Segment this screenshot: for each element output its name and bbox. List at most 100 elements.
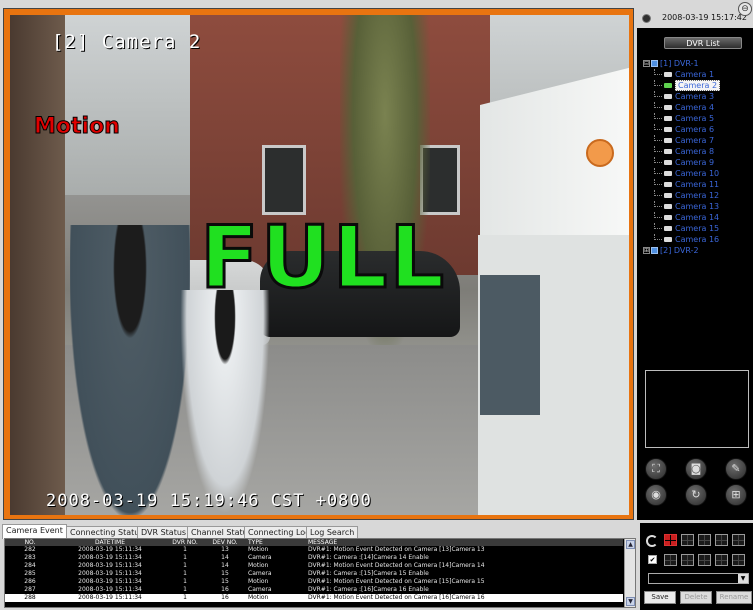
column-header[interactable]: NO. — [5, 539, 55, 546]
tree-camera-item[interactable]: Camera 4 — [643, 102, 751, 113]
table-row[interactable]: 285 2008-03-19 15:11:34 1 15 Camera DVR#1: Ca… — [5, 570, 623, 578]
tree-camera-item[interactable]: Camera 2 — [643, 80, 751, 91]
scene-window — [262, 145, 306, 215]
expand-icon[interactable]: ⊞ — [643, 247, 650, 254]
layout-13-icon[interactable] — [715, 554, 728, 566]
tree-item-label: Camera 13 — [675, 202, 720, 211]
layout-10-icon[interactable] — [698, 554, 711, 566]
tree-connector — [654, 234, 662, 240]
tree-camera-item[interactable]: Camera 7 — [643, 135, 751, 146]
table-cell: Motion — [245, 594, 303, 602]
tree-camera-item[interactable]: Camera 16 — [643, 234, 751, 245]
tab-camera-event[interactable]: Camera Event — [2, 524, 67, 539]
log-scrollbar[interactable]: ▲ ▼ — [624, 539, 635, 607]
column-header[interactable]: DEV NO. — [205, 539, 245, 546]
tree-connector — [654, 80, 662, 86]
table-cell: Camera — [248, 586, 272, 593]
table-row[interactable]: 282 2008-03-19 15:11:34 1 13 Motion DVR#1: Mo… — [5, 546, 623, 554]
table-cell: 287 — [24, 586, 36, 593]
table-row[interactable]: 286 2008-03-19 15:11:34 1 15 Motion DVR#1: Mo… — [5, 578, 623, 586]
layout-8-icon[interactable] — [681, 554, 694, 566]
tree-camera-item[interactable]: Camera 10 — [643, 168, 751, 179]
table-cell: DVR#1: Camera :[15]Camera 15 Enable — [308, 570, 429, 577]
layout-1x1-icon[interactable] — [664, 534, 677, 546]
layout-2x2-icon[interactable] — [681, 534, 694, 546]
layout-4x4-icon[interactable] — [715, 534, 728, 546]
tree-camera-item[interactable]: Camera 8 — [643, 146, 751, 157]
tree-connector — [654, 190, 662, 196]
dvr-list-button[interactable]: DVR List — [664, 37, 742, 49]
collapse-icon[interactable]: ⊟ — [643, 60, 650, 67]
tree-item-label: Camera 2 — [675, 80, 721, 91]
wrench-icon[interactable]: ✎ — [725, 458, 747, 480]
table-cell: Motion — [248, 578, 269, 585]
rotate-icon[interactable] — [646, 535, 658, 547]
layout-icon[interactable]: ⊞ — [725, 484, 747, 506]
layout-6-icon[interactable] — [664, 554, 677, 566]
tree-camera-item[interactable]: Camera 6 — [643, 124, 751, 135]
table-cell: 2008-03-19 15:11:34 — [78, 554, 142, 561]
refresh-icon[interactable]: ↻ — [685, 484, 707, 506]
camera-icon — [664, 171, 672, 176]
camera-icon — [664, 149, 672, 154]
table-cell: 2008-03-19 15:11:34 — [78, 578, 142, 585]
tree-connector — [654, 201, 662, 207]
auto-checkbox[interactable]: ✔ — [648, 555, 657, 564]
table-row[interactable]: 287 2008-03-19 15:11:34 1 16 Camera DVR#1: Ca… — [5, 586, 623, 594]
table-cell: 13 — [221, 546, 229, 553]
dvr-icon — [651, 247, 658, 254]
table-cell: DVR#1: Motion Event Detected on Camera [… — [303, 594, 623, 602]
column-header[interactable]: DATETIME — [55, 539, 165, 546]
scroll-up-icon[interactable]: ▲ — [626, 540, 635, 549]
chevron-down-icon[interactable]: ▼ — [738, 574, 748, 583]
layout-select[interactable]: ▼ — [648, 573, 749, 584]
tree-connector — [654, 102, 662, 108]
tree-camera-item[interactable]: Camera 14 — [643, 212, 751, 223]
table-cell: 16 — [205, 594, 245, 602]
layout-3x3-icon[interactable] — [698, 534, 711, 546]
table-row[interactable]: 283 2008-03-19 15:11:34 1 14 Camera DVR#1: Ca… — [5, 554, 623, 562]
preview-pane — [645, 370, 749, 448]
minimize-icon[interactable]: ⊖ — [738, 2, 752, 16]
save-button[interactable]: Save — [644, 591, 676, 604]
channel-title: [2] Camera 2 — [52, 31, 202, 53]
camera-icon — [664, 215, 672, 220]
tree-connector — [654, 124, 662, 130]
tree-dvr-node[interactable]: ⊞ [2] DVR-2 — [643, 245, 751, 256]
tree-camera-item[interactable]: Camera 9 — [643, 157, 751, 168]
tree-camera-item[interactable]: Camera 5 — [643, 113, 751, 124]
column-header[interactable]: DVR NO. — [165, 539, 205, 546]
table-row[interactable]: 284 2008-03-19 15:11:34 1 14 Motion DVR#1: Mo… — [5, 562, 623, 570]
tree-camera-item[interactable]: Camera 15 — [643, 223, 751, 234]
tree-connector — [654, 91, 662, 97]
scroll-down-icon[interactable]: ▼ — [626, 597, 635, 606]
fullscreen-icon[interactable]: ⛶ — [645, 458, 667, 480]
rename-button[interactable]: Rename — [716, 591, 752, 604]
globe-icon[interactable]: ◉ — [645, 484, 667, 506]
delete-button[interactable]: Delete — [680, 591, 712, 604]
tree-item-label: Camera 9 — [675, 158, 715, 167]
camera-view[interactable]: [2] Camera 2 Motion FULL 2008-03-19 15:1… — [10, 15, 629, 515]
tree-camera-item[interactable]: Camera 13 — [643, 201, 751, 212]
camera-icon — [664, 160, 672, 165]
table-cell: Camera — [248, 554, 272, 561]
layout-5x5-icon[interactable] — [732, 534, 745, 546]
tree-camera-item[interactable]: Camera 11 — [643, 179, 751, 190]
tree-item-label: [1] DVR-1 — [660, 59, 699, 68]
scene-wall — [10, 15, 65, 515]
scene-truck-cab — [480, 275, 540, 415]
snapshot-icon[interactable]: ◙ — [685, 458, 707, 480]
table-cell: 1 — [183, 546, 187, 553]
table-row[interactable]: 288 2008-03-19 15:11:34 1 16 Motion DVR#1: Mo… — [5, 594, 623, 602]
column-header[interactable]: TYPE — [245, 539, 303, 546]
layout-16-icon[interactable] — [732, 554, 745, 566]
tree-camera-item[interactable]: Camera 3 — [643, 91, 751, 102]
camera-icon — [664, 72, 672, 77]
table-cell: 16 — [221, 586, 229, 593]
tree-item-label: Camera 15 — [675, 224, 720, 233]
video-frame[interactable]: [2] Camera 2 Motion FULL 2008-03-19 15:1… — [3, 8, 634, 520]
tree-camera-item[interactable]: Camera 1 — [643, 69, 751, 80]
column-header[interactable]: MESSAGE — [303, 539, 623, 546]
tree-dvr-node[interactable]: ⊟ [1] DVR-1 — [643, 58, 751, 69]
tree-camera-item[interactable]: Camera 12 — [643, 190, 751, 201]
